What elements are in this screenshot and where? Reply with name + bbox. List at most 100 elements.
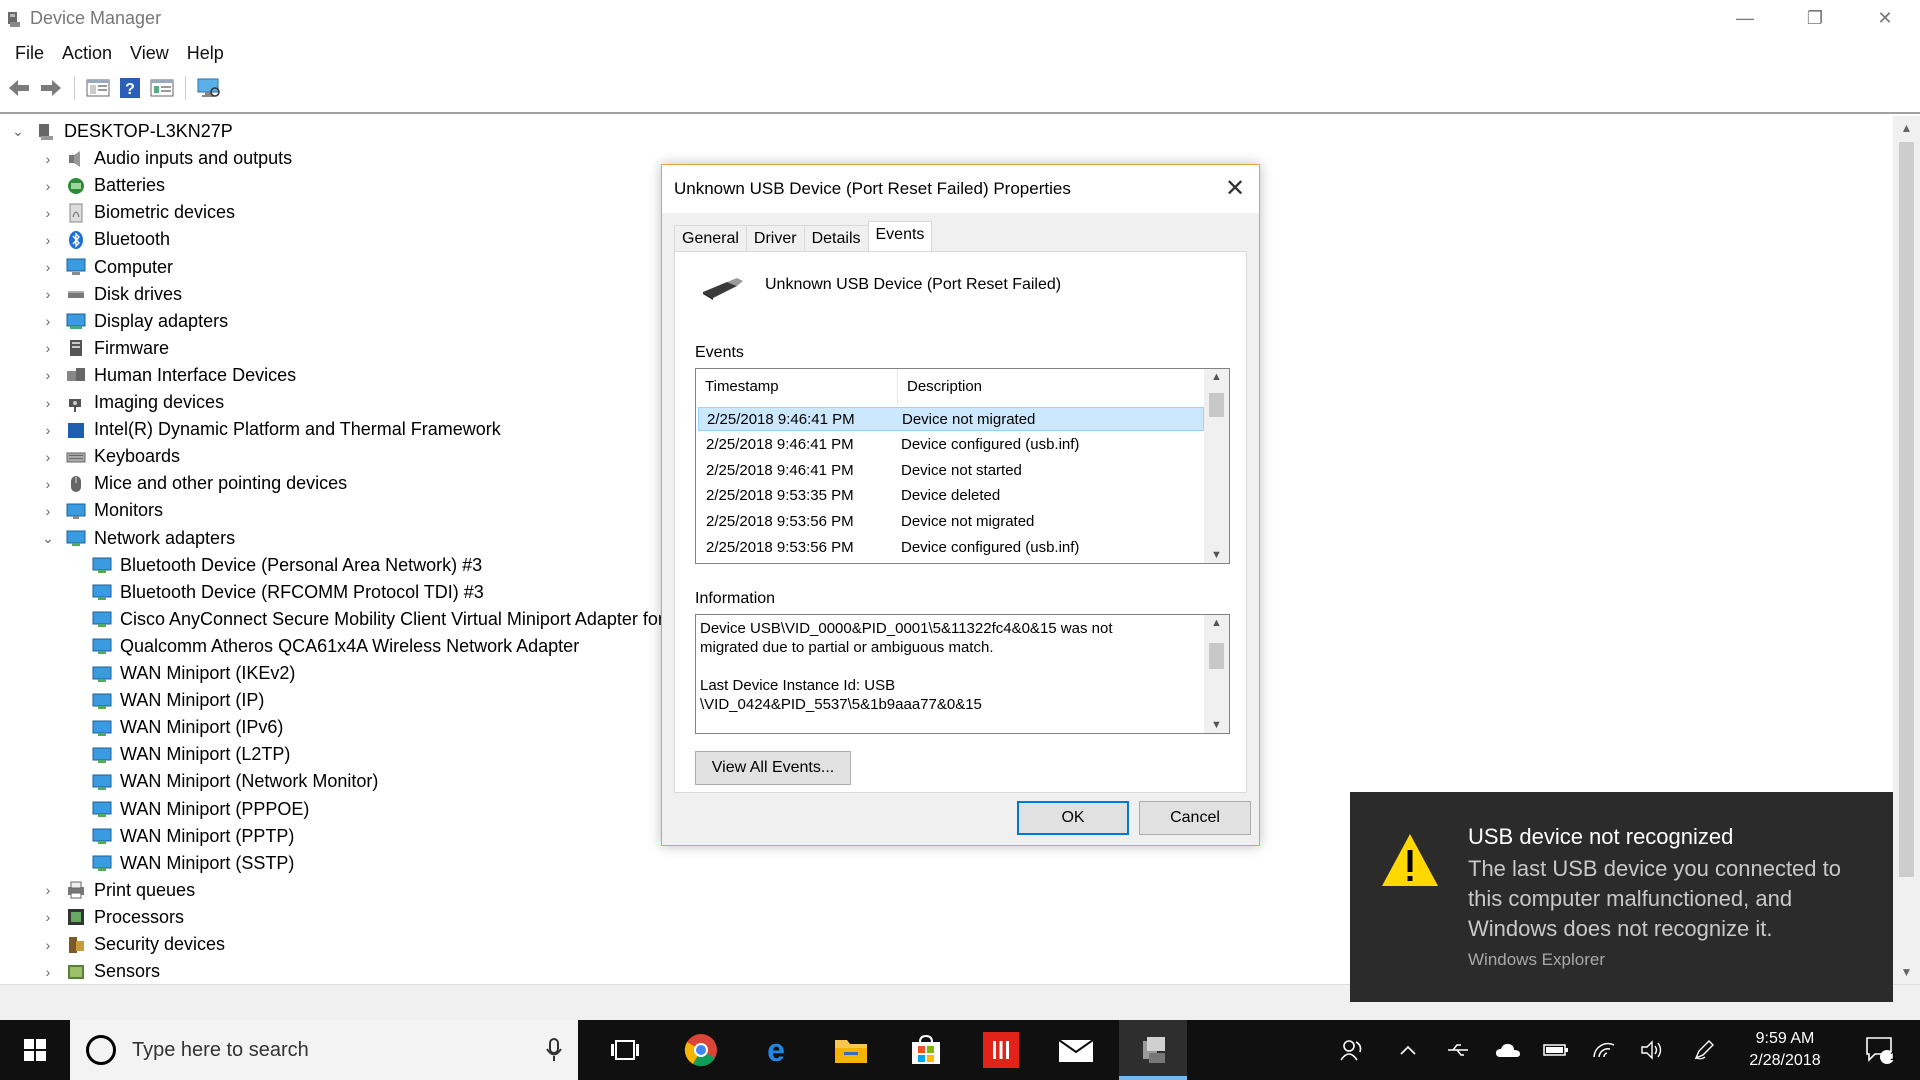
close-button[interactable]: ✕ — [1850, 0, 1920, 36]
chevron-right-icon[interactable]: › — [42, 178, 54, 194]
task-view-icon[interactable] — [595, 1020, 655, 1080]
tree-item-network-adapter[interactable]: WAN Miniport (PPPOE) — [92, 796, 309, 823]
start-button[interactable] — [0, 1020, 70, 1080]
tree-item-category[interactable]: › Monitors — [42, 497, 163, 524]
tree-item-network-adapter[interactable]: WAN Miniport (SSTP) — [92, 850, 294, 877]
properties-icon[interactable] — [149, 75, 175, 101]
column-header-timestamp[interactable]: Timestamp — [696, 369, 898, 405]
column-header-description[interactable]: Description — [898, 369, 1204, 405]
tree-item-category[interactable]: › Disk drives — [42, 281, 182, 308]
tree-item-category[interactable]: › Sensors — [42, 958, 160, 984]
menu-help[interactable]: Help — [178, 43, 233, 64]
microsoft-store-icon[interactable] — [895, 1020, 957, 1080]
events-list[interactable]: Timestamp Description ▲ ▼ 2/25/2018 9:46… — [695, 368, 1230, 564]
scroll-up-icon[interactable]: ▲ — [1204, 371, 1229, 383]
tree-item-category[interactable]: › Security devices — [42, 931, 225, 958]
scroll-down-icon[interactable]: ▼ — [1204, 719, 1229, 731]
tree-item-network-adapter[interactable]: WAN Miniport (IKEv2) — [92, 660, 295, 687]
people-icon[interactable] — [1330, 1020, 1374, 1080]
chevron-right-icon[interactable]: › — [42, 205, 54, 221]
tree-item-network-adapter[interactable]: WAN Miniport (L2TP) — [92, 741, 290, 768]
scroll-down-icon[interactable]: ▼ — [1204, 549, 1229, 561]
tree-item-category[interactable]: › Print queues — [42, 877, 195, 904]
tree-item-category[interactable]: ⌄ Network adapters — [42, 525, 235, 552]
tab-events[interactable]: Events — [867, 221, 933, 251]
clock[interactable]: 9:59 AM 2/28/2018 — [1735, 1028, 1835, 1072]
scrollbar-thumb[interactable] — [1899, 142, 1914, 877]
cancel-button[interactable]: Cancel — [1139, 801, 1251, 835]
chevron-right-icon[interactable]: › — [42, 313, 54, 329]
file-explorer-icon[interactable] — [820, 1020, 882, 1080]
tree-vertical-scrollbar[interactable]: ▲ ▼ — [1893, 116, 1920, 984]
tree-item-network-adapter[interactable]: WAN Miniport (IPv6) — [92, 714, 283, 741]
menu-view[interactable]: View — [121, 43, 178, 64]
tree-item-category[interactable]: › Intel(R) Dynamic Platform and Thermal F… — [42, 416, 501, 443]
chevron-right-icon[interactable]: › — [42, 286, 54, 302]
forward-icon[interactable] — [38, 75, 64, 101]
tree-item-category[interactable]: › Audio inputs and outputs — [42, 145, 293, 172]
cortana-icon[interactable] — [86, 1035, 116, 1065]
chevron-right-icon[interactable]: › — [42, 449, 54, 465]
tree-item-category[interactable]: › Keyboards — [42, 443, 180, 470]
scroll-up-icon[interactable]: ▲ — [1893, 118, 1920, 138]
chevron-right-icon[interactable]: › — [42, 476, 54, 492]
tab-details[interactable]: Details — [803, 225, 869, 251]
tab-driver[interactable]: Driver — [745, 225, 805, 251]
tree-item-category[interactable]: › Bluetooth — [42, 226, 170, 253]
tree-item-category[interactable]: › Processors — [42, 904, 184, 931]
chevron-right-icon[interactable]: › — [42, 964, 54, 980]
tree-item-network-adapter[interactable]: WAN Miniport (Network Monitor) — [92, 768, 378, 795]
chevron-right-icon[interactable]: › — [42, 503, 54, 519]
dialog-close-icon[interactable]: ✕ — [1221, 175, 1249, 203]
mail-icon[interactable] — [1045, 1020, 1107, 1080]
chevron-right-icon[interactable]: › — [42, 259, 54, 275]
wifi-icon[interactable] — [1586, 1020, 1622, 1080]
tree-item-category[interactable]: › Computer — [42, 254, 173, 281]
battery-tray-icon[interactable] — [1538, 1020, 1574, 1080]
edge-icon[interactable]: e — [745, 1020, 807, 1080]
tree-item-category[interactable]: › Biometric devices — [42, 199, 235, 226]
chevron-right-icon[interactable]: › — [42, 367, 54, 383]
restore-button[interactable]: ❐ — [1780, 0, 1850, 36]
chevron-right-icon[interactable]: › — [42, 422, 54, 438]
microphone-icon[interactable] — [546, 1038, 562, 1067]
ok-button[interactable]: OK — [1017, 801, 1129, 835]
tab-general[interactable]: General — [674, 225, 747, 251]
show-hide-console-tree-icon[interactable] — [85, 75, 111, 101]
chevron-right-icon[interactable]: › — [42, 340, 54, 356]
tree-item-category[interactable]: › Batteries — [42, 172, 165, 199]
chevron-down-icon[interactable]: ⌄ — [12, 123, 24, 139]
scroll-up-icon[interactable]: ▲ — [1204, 617, 1229, 629]
volume-icon[interactable] — [1634, 1020, 1670, 1080]
help-icon[interactable]: ? — [117, 75, 143, 101]
tree-item-network-adapter[interactable]: WAN Miniport (IP) — [92, 687, 264, 714]
chevron-right-icon[interactable]: › — [42, 151, 54, 167]
chevron-up-icon[interactable] — [1390, 1020, 1426, 1080]
event-row[interactable]: 2/25/2018 9:53:56 PM Device configured (u… — [698, 535, 1204, 559]
tree-item-category[interactable]: › Display adapters — [42, 308, 228, 335]
information-textbox[interactable]: Device USB\VID_0000&PID_0001\5&11322fc4&… — [695, 614, 1230, 734]
action-center-icon[interactable]: 1 — [1850, 1020, 1910, 1080]
pen-ink-icon[interactable] — [1686, 1020, 1722, 1080]
information-scrollbar[interactable]: ▲ ▼ — [1204, 615, 1229, 733]
chevron-right-icon[interactable]: › — [42, 395, 54, 411]
event-row[interactable]: 2/25/2018 9:46:41 PM Device not migrated — [698, 407, 1204, 431]
scroll-down-icon[interactable]: ▼ — [1893, 962, 1920, 982]
event-row[interactable]: 2/25/2018 9:46:41 PM Device configured (u… — [698, 433, 1204, 457]
event-row[interactable]: 2/25/2018 9:46:41 PM Device not started — [698, 458, 1204, 482]
view-all-events-button[interactable]: View All Events... — [695, 751, 851, 785]
tree-item-network-adapter[interactable]: Cisco AnyConnect Secure Mobility Client … — [92, 606, 664, 633]
scrollbar-thumb[interactable] — [1209, 393, 1224, 417]
events-scrollbar[interactable]: ▲ ▼ — [1204, 369, 1229, 563]
tree-item-network-adapter[interactable]: WAN Miniport (PPTP) — [92, 823, 294, 850]
scan-hardware-icon[interactable] — [196, 75, 222, 101]
back-icon[interactable] — [6, 75, 32, 101]
taskbar-search-box[interactable]: Type here to search — [70, 1020, 578, 1080]
menu-action[interactable]: Action — [53, 43, 121, 64]
chevron-right-icon[interactable]: › — [42, 882, 54, 898]
tree-root[interactable]: ⌄ DESKTOP-L3KN27P — [12, 118, 233, 145]
tree-item-category[interactable]: › Imaging devices — [42, 389, 224, 416]
tree-item-category[interactable]: › Human Interface Devices — [42, 362, 296, 389]
event-row[interactable]: 2/25/2018 9:53:56 PM Device not migrated — [698, 509, 1204, 533]
chevron-right-icon[interactable]: › — [42, 909, 54, 925]
